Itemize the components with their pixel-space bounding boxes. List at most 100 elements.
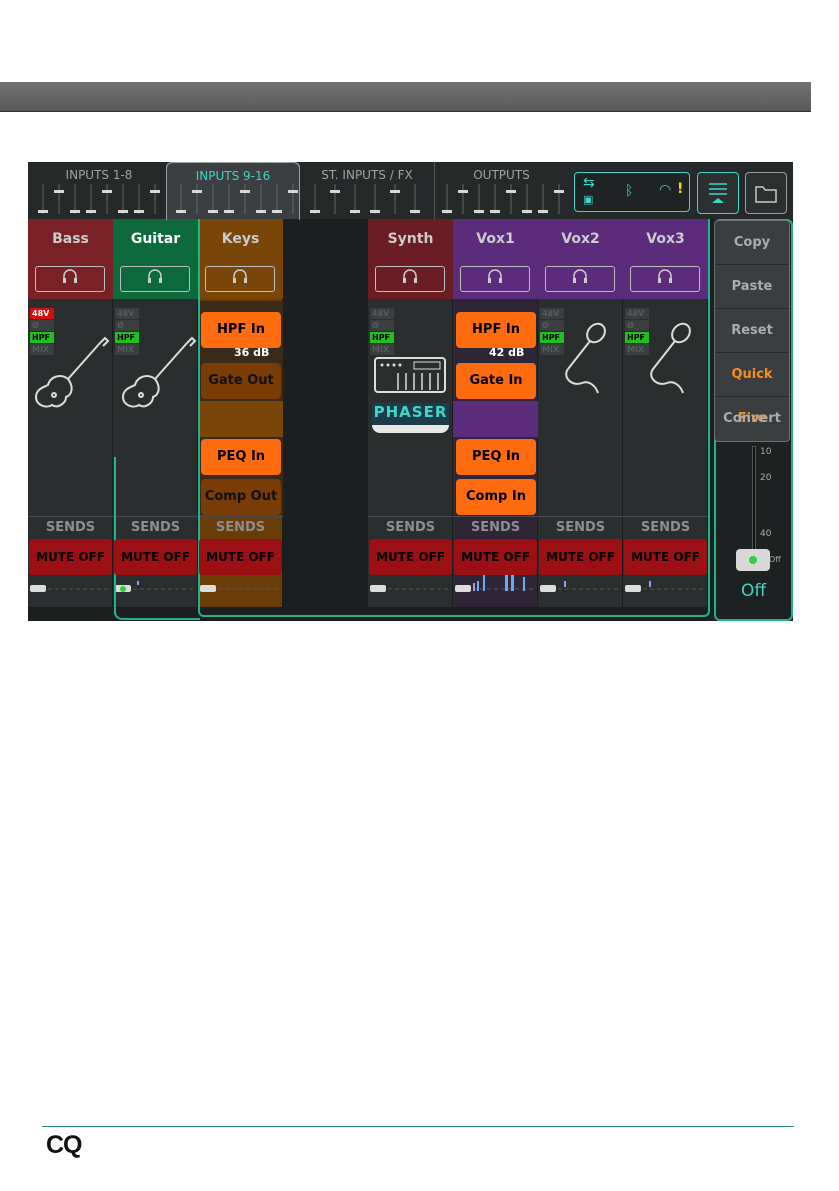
channel-name[interactable]: Vox2 xyxy=(538,219,623,259)
mute-button[interactable]: MUTE OFF xyxy=(114,539,197,575)
tag-48v: 48V xyxy=(370,308,394,319)
reset-menu-item[interactable]: Reset xyxy=(715,309,789,353)
bluetooth-icon: ᛒ xyxy=(625,183,634,199)
mute-button[interactable]: MUTE OFF xyxy=(369,539,452,575)
mute-button[interactable]: MUTE OFF xyxy=(454,539,537,575)
mini-fader[interactable] xyxy=(28,581,113,597)
headphone-button[interactable] xyxy=(120,266,190,292)
headphones-icon xyxy=(403,269,417,283)
menu-button[interactable] xyxy=(697,172,739,214)
status-panel[interactable]: ⇆ ▣ ᛒ ◠ ! xyxy=(574,172,690,212)
scale-mark: Off xyxy=(769,555,781,564)
folder-icon xyxy=(755,186,777,203)
mute-button[interactable]: MUTE OFF xyxy=(29,539,112,575)
headphone-button[interactable] xyxy=(35,266,105,292)
mute-button[interactable]: MUTE OFF xyxy=(624,539,707,575)
comp-button[interactable]: Comp In xyxy=(456,479,536,515)
mini-fader-cap xyxy=(554,190,564,193)
mini-fader-cap xyxy=(102,190,112,193)
channel-name[interactable]: Guitar xyxy=(113,219,198,259)
hpf-button[interactable]: HPF In xyxy=(201,312,281,348)
mini-fader-cap xyxy=(350,210,360,213)
mini-fader-cap xyxy=(442,210,452,213)
convert-menu-item[interactable]: Convert xyxy=(715,397,789,441)
headphones-icon xyxy=(63,269,77,283)
headphone-button[interactable] xyxy=(375,266,445,292)
channel-name[interactable]: Keys xyxy=(198,219,283,259)
mini-fader-cap xyxy=(330,190,340,193)
mini-fader-cap xyxy=(458,190,468,193)
channel-strip-vox2[interactable]: Vox2 48V Ø HPF MIX SENDS MUTE OFF xyxy=(538,219,623,607)
mini-fader-cap xyxy=(538,210,548,213)
warning-icon: ! xyxy=(677,181,684,197)
processing-tags: 48V Ø HPF MIX xyxy=(370,308,394,356)
mini-fader-cap xyxy=(38,210,48,213)
peq-button[interactable]: PEQ In xyxy=(456,439,536,475)
sd-card-icon: ▣ xyxy=(583,193,594,206)
mini-fader-cap xyxy=(208,210,218,213)
gate-button[interactable]: Gate In xyxy=(456,363,536,399)
channel-name[interactable]: Synth xyxy=(368,219,453,259)
context-menu: Copy Paste Reset Quick Fire Convert xyxy=(714,220,790,442)
hpf-button[interactable]: HPF In xyxy=(456,312,536,348)
empty-strip-gap xyxy=(283,219,368,607)
mini-fader[interactable] xyxy=(623,581,708,597)
mini-fader-cap xyxy=(224,210,234,213)
hamburger-icon xyxy=(709,183,727,203)
channel-strip-guitar[interactable]: Guitar 48V Ø HPF MIX SENDS MUTE OFF xyxy=(113,219,198,607)
mini-fader-cap xyxy=(256,210,266,213)
mini-fader[interactable] xyxy=(538,581,623,597)
channel-strip-keys[interactable]: Keys HPF In 36 dB Gate Out PEQ In Comp O… xyxy=(198,219,283,607)
channel-strip-vox1[interactable]: Vox1 HPF In 42 dB Gate In PEQ In Comp In… xyxy=(453,219,538,607)
channel-strip-synth[interactable]: Synth 48V Ø HPF MIX PHASER SENDS MUTE OF… xyxy=(368,219,453,607)
peq-button[interactable]: PEQ In xyxy=(201,439,281,475)
footer-rule xyxy=(42,1126,794,1127)
mute-button[interactable]: MUTE OFF xyxy=(539,539,622,575)
scale-mark: 40 xyxy=(760,529,772,539)
scale-mark: 10 xyxy=(760,447,772,457)
mini-fader-cap xyxy=(474,210,484,213)
phaser-fx-badge[interactable]: PHASER xyxy=(372,403,449,425)
sends-label[interactable]: SENDS xyxy=(453,516,538,538)
headphone-button[interactable] xyxy=(545,266,615,292)
mini-fader-cap xyxy=(150,190,160,193)
sends-label[interactable]: SENDS xyxy=(538,516,623,538)
channel-strip-bass[interactable]: Bass 48V Ø HPF MIX SENDS MUTE OFF xyxy=(28,219,113,607)
channel-name[interactable]: Vox3 xyxy=(623,219,708,259)
quick-fire-menu-item[interactable]: Quick Fire xyxy=(715,353,789,426)
master-fader-cap[interactable] xyxy=(736,549,770,571)
sends-label[interactable]: SENDS xyxy=(368,516,453,538)
mini-fader-cap xyxy=(390,190,400,193)
sends-label[interactable]: SENDS xyxy=(113,516,198,538)
mini-fader-cap xyxy=(54,190,64,193)
master-fader-track xyxy=(752,446,756,566)
mute-button[interactable]: MUTE OFF xyxy=(199,539,282,575)
mini-fader[interactable] xyxy=(368,581,453,597)
mini-fader-cap xyxy=(176,210,186,213)
gate-button[interactable]: Gate Out xyxy=(201,363,281,399)
mini-fader-cap xyxy=(288,190,298,193)
headphone-button[interactable] xyxy=(460,266,530,292)
sends-label[interactable]: SENDS xyxy=(198,516,283,538)
scale-mark: 20 xyxy=(760,473,772,483)
mini-fader[interactable] xyxy=(198,581,283,597)
bank-overview-faders xyxy=(38,184,564,214)
headphone-button[interactable] xyxy=(205,266,275,292)
mini-fader-cap xyxy=(240,190,250,193)
mini-fader-cap xyxy=(310,210,320,213)
sends-label[interactable]: SENDS xyxy=(28,516,113,538)
copy-menu-item[interactable]: Copy xyxy=(715,221,789,265)
tag-mix: MIX xyxy=(370,344,394,355)
channel-name[interactable]: Bass xyxy=(28,219,113,259)
comp-button[interactable]: Comp Out xyxy=(201,479,281,515)
folder-button[interactable] xyxy=(745,172,787,214)
paste-menu-item[interactable]: Paste xyxy=(715,265,789,309)
sends-label[interactable]: SENDS xyxy=(623,516,708,538)
tag-phase: Ø xyxy=(370,320,394,331)
microphone-icon xyxy=(650,322,691,394)
mini-fader[interactable] xyxy=(113,581,198,597)
usb-icon: ⇆ xyxy=(583,175,595,191)
channel-name[interactable]: Vox1 xyxy=(453,219,538,259)
channel-strip-vox3[interactable]: Vox3 48V Ø HPF MIX SENDS MUTE OFF xyxy=(623,219,708,607)
headphone-button[interactable] xyxy=(630,266,700,292)
